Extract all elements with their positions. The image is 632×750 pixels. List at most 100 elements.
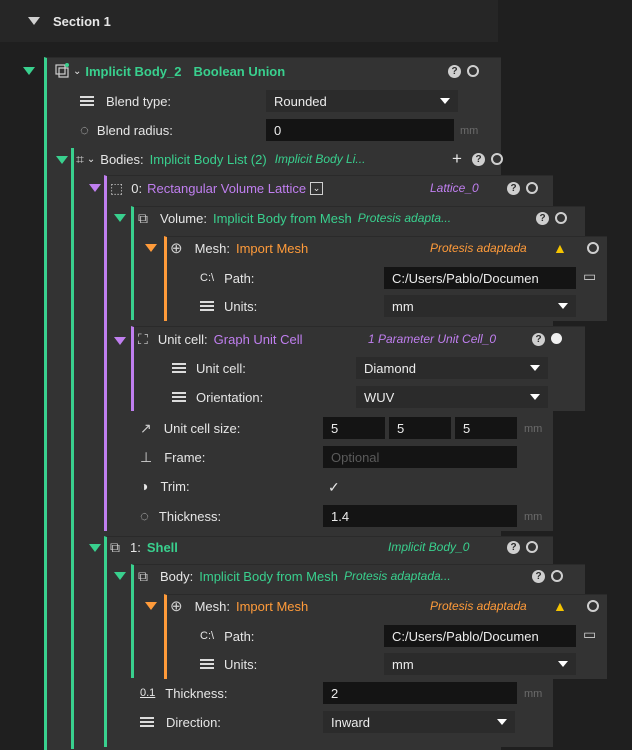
path-input[interactable]: C:/Users/Pablo/Documen	[384, 625, 576, 647]
expand-arrow-icon[interactable]	[23, 67, 35, 75]
status-ring-icon[interactable]	[551, 570, 563, 582]
bodies-type: Implicit Body List (2)	[149, 151, 267, 167]
status-ring-icon[interactable]	[467, 65, 479, 77]
expand-arrow-icon[interactable]	[89, 184, 101, 192]
list-icon	[172, 392, 186, 402]
status-ring-icon[interactable]	[555, 212, 567, 224]
list-icon	[200, 659, 214, 669]
chevron-down-icon[interactable]: ⌄	[73, 66, 81, 77]
size-arrow-icon: ↗	[140, 419, 152, 436]
bodies-header[interactable]: ⌗ ⌄ Bodies: Implicit Body List (2) Impli…	[76, 145, 503, 173]
cell-size-z-input[interactable]: 5	[455, 417, 517, 439]
shell-index: 1:	[130, 539, 141, 555]
dropdown-arrow-icon	[530, 394, 540, 400]
blend-radius-input[interactable]: 0	[266, 119, 454, 141]
units-label: Units:	[224, 298, 258, 314]
bodies-label: Bodies:	[100, 151, 144, 167]
help-icon[interactable]: ?	[532, 333, 545, 346]
direction-label: Direction:	[166, 714, 221, 730]
lattice-header[interactable]: ⬚ 0: Rectangular Volume Lattice ⌄ Lattic…	[110, 174, 550, 202]
blend-type-select[interactable]: Rounded	[266, 90, 458, 112]
root-node-header[interactable]: ⌄ Implicit Body_2 Boolean Union ?	[50, 57, 490, 85]
path-icon: C:\	[200, 272, 215, 284]
orientation-select[interactable]: WUV	[356, 386, 548, 408]
mesh-header[interactable]: ⊕ Mesh: Import Mesh Protesis adaptada ▲	[170, 234, 602, 262]
folder-icon[interactable]: ▭	[583, 626, 596, 643]
unit-label: mm	[524, 511, 543, 523]
status-ring-icon[interactable]	[587, 600, 599, 612]
dropdown-arrow-icon	[558, 661, 568, 667]
units-select[interactable]: mm	[384, 295, 576, 317]
shell-thickness-row: 0.1 Thickness:	[140, 679, 320, 707]
status-ring-icon[interactable]	[587, 242, 599, 254]
mesh-label: Mesh:	[194, 598, 230, 614]
blend-radius-label: Blend radius:	[96, 122, 173, 138]
help-icon[interactable]: ?	[532, 570, 545, 583]
lattice-type: Rectangular Volume Lattice	[147, 180, 307, 196]
shell-thickness-label: Thickness:	[165, 685, 228, 701]
units-row: Units:	[200, 650, 380, 678]
status-dot-icon[interactable]	[551, 333, 562, 344]
help-icon[interactable]: ?	[507, 182, 520, 195]
cell-type-label: Unit cell:	[196, 360, 246, 376]
trim-checkbox[interactable]: ✓	[328, 479, 340, 496]
cell-type-select[interactable]: Diamond	[356, 357, 548, 379]
shell-mesh-header[interactable]: ⊕ Mesh: Import Mesh Protesis adaptada ▲	[170, 592, 602, 620]
cell-type-row: Unit cell:	[172, 354, 352, 382]
root-node-type: Boolean Union	[193, 63, 286, 79]
direction-row: Direction:	[140, 708, 320, 736]
warning-icon: ▲	[553, 598, 567, 614]
body-list-icon: ⌗	[76, 150, 84, 167]
decimal-icon: 0.1	[140, 687, 156, 699]
dropdown-arrow-icon	[558, 303, 568, 309]
path-input[interactable]: C:/Users/Pablo/Documen	[384, 267, 576, 289]
trim-label: Trim:	[160, 478, 190, 494]
list-icon	[172, 363, 186, 373]
root-node-name: Implicit Body_2	[85, 63, 182, 79]
shell-body-label: Body:	[160, 568, 194, 584]
path-row: C:\ Path:	[200, 264, 380, 292]
status-ring-icon[interactable]	[491, 153, 503, 165]
path-label: Path:	[224, 270, 255, 286]
help-icon[interactable]: ?	[448, 65, 461, 78]
folder-icon[interactable]: ▭	[583, 268, 596, 285]
expand-arrow-icon[interactable]	[56, 156, 68, 164]
path-label: Path:	[224, 628, 255, 644]
expand-arrow-icon[interactable]	[114, 572, 126, 580]
lattice-icon: ⬚	[110, 179, 124, 196]
shell-thickness-input[interactable]: 2	[323, 682, 517, 704]
expand-arrow-icon[interactable]	[145, 244, 157, 252]
unit-cell-header[interactable]: ⛶ Unit cell: Graph Unit Cell 1 Parameter…	[138, 325, 578, 353]
status-ring-icon[interactable]	[526, 541, 538, 553]
list-icon	[200, 301, 214, 311]
dropdown-arrow-icon	[497, 719, 507, 725]
units-select[interactable]: mm	[384, 653, 576, 675]
shell-header[interactable]: ⧉ 1: Shell Implicit Body_0 ?	[110, 533, 550, 561]
direction-select[interactable]: Inward	[323, 711, 515, 733]
collapse-arrow-icon[interactable]	[28, 17, 40, 25]
cell-size-y-input[interactable]: 5	[389, 417, 451, 439]
help-icon[interactable]: ?	[536, 212, 549, 225]
shell-body-type: Implicit Body from Mesh	[199, 568, 338, 584]
volume-header[interactable]: ⧉ Volume: Implicit Body from Mesh Protes…	[138, 204, 578, 232]
bodies-name: Implicit Body Li...	[274, 152, 366, 166]
expand-arrow-icon[interactable]	[114, 337, 126, 345]
status-ring-icon[interactable]	[526, 182, 538, 194]
chevron-down-icon[interactable]: ⌄	[87, 154, 95, 165]
warning-icon: ▲	[553, 240, 567, 256]
mesh-name: Protesis adaptada	[430, 599, 527, 613]
shell-body-header[interactable]: ⧉ Body: Implicit Body from Mesh Protesis…	[138, 562, 578, 590]
help-icon[interactable]: ?	[472, 153, 485, 166]
list-icon	[80, 96, 94, 106]
help-icon[interactable]: ?	[507, 541, 520, 554]
frame-input[interactable]: Optional	[323, 446, 517, 468]
add-icon[interactable]: +	[452, 149, 462, 169]
thickness-input[interactable]: 1.4	[323, 505, 517, 527]
section-title: Section 1	[53, 14, 111, 29]
expand-arrow-icon[interactable]	[89, 544, 101, 552]
expand-arrow-icon[interactable]	[114, 214, 126, 222]
chevron-down-icon[interactable]: ⌄	[310, 181, 324, 195]
expand-arrow-icon[interactable]	[145, 602, 157, 610]
section-header[interactable]: Section 1	[0, 0, 498, 42]
cell-size-x-input[interactable]: 5	[323, 417, 385, 439]
